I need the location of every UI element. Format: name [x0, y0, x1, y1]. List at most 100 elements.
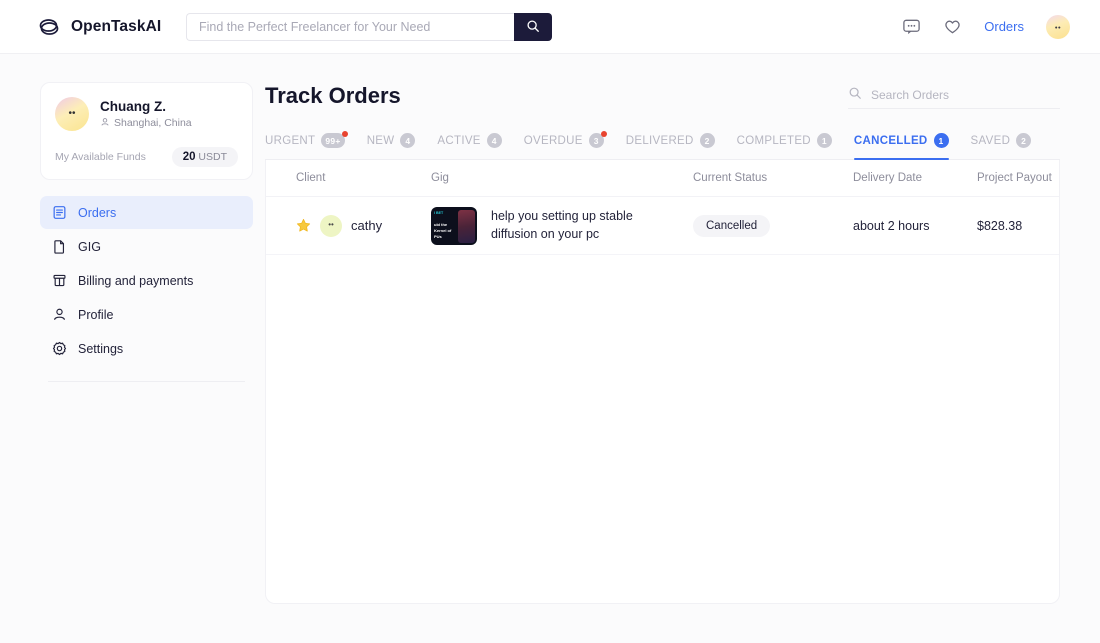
avatar-face-icon: ••	[68, 108, 76, 119]
gig-thumb-figure	[458, 209, 475, 243]
status-badge: Cancelled	[693, 214, 771, 237]
profile-header: •• Chuang Z. Shanghai, China	[55, 97, 238, 131]
tab-badge: 4	[486, 133, 502, 148]
orders-table: Client Gig Current Status Delivery Date …	[265, 160, 1060, 604]
funds-label: My Available Funds	[55, 151, 146, 163]
sidebar-item-orders[interactable]: Orders	[40, 196, 253, 229]
column-header-client: Client	[296, 172, 326, 184]
page-title: Track Orders	[265, 83, 401, 108]
sidebar-item-label: Settings	[78, 341, 124, 356]
header-orders-link[interactable]: Orders	[984, 19, 1024, 34]
avatar-face-icon: ••	[1054, 22, 1062, 32]
cell-payout: $828.38	[977, 218, 1023, 233]
table-row[interactable]: •• cathy I BET uld the Kernel of PUs help …	[266, 197, 1059, 255]
column-header-payout: Project Payout	[977, 172, 1052, 184]
gig-thumb-line2: uld the Kernel of PUs	[434, 221, 452, 239]
sidebar-item-settings[interactable]: Settings	[40, 332, 253, 365]
person-icon	[52, 307, 67, 322]
profile-location-text: Shanghai, China	[114, 117, 192, 129]
cell-client: •• cathy	[266, 214, 431, 237]
profile-identity: Chuang Z. Shanghai, China	[100, 99, 192, 130]
gig-info: I BET uld the Kernel of PUs help you setti…	[431, 206, 693, 245]
cell-status: Cancelled	[693, 214, 853, 237]
tab-saved[interactable]: SAVED 2	[971, 133, 1032, 159]
tab-badge: 1	[933, 133, 949, 148]
client-avatar: ••	[320, 214, 342, 237]
gig-thumb-line1: I BET	[434, 210, 444, 215]
order-search[interactable]	[848, 82, 1060, 109]
document-icon	[52, 239, 67, 254]
tab-urgent[interactable]: URGENT 99+	[265, 131, 348, 159]
alert-dot-icon	[600, 131, 607, 137]
client-info: •• cathy	[296, 214, 431, 237]
column-header-gig: Gig	[431, 172, 449, 184]
sidebar-item-label: Orders	[78, 205, 117, 220]
star-icon[interactable]	[296, 218, 311, 233]
gig-title: help you setting up stable diffusion on …	[491, 208, 633, 241]
tab-overdue[interactable]: OVERDUE 3	[523, 131, 607, 159]
tab-delivered[interactable]: DELIVERED 2	[626, 133, 715, 159]
billing-icon	[52, 273, 67, 288]
search-input[interactable]	[186, 13, 514, 41]
cell-gig: I BET uld the Kernel of PUs help you setti…	[431, 206, 693, 245]
tab-label: COMPLETED	[736, 134, 811, 147]
tab-label: DELIVERED	[625, 134, 694, 147]
orders-list-icon	[52, 205, 67, 220]
funds-amount-pill: 20 USDT	[171, 147, 238, 167]
sidebar-item-profile[interactable]: Profile	[40, 298, 253, 331]
order-search-input[interactable]	[871, 88, 1060, 102]
available-funds-row: My Available Funds 20 USDT	[55, 147, 238, 167]
tab-label: OVERDUE	[523, 134, 583, 147]
active-tab-underline	[853, 158, 949, 160]
order-status-tabs: URGENT 99+ NEW 4 ACTIVE 4 OVERDUE 3 DELI…	[265, 131, 1060, 160]
heart-icon[interactable]	[943, 17, 962, 36]
sidebar-item-label: GIG	[78, 239, 101, 254]
brand-name: OpenTaskAI	[71, 17, 162, 35]
tab-completed[interactable]: COMPLETED 1	[737, 133, 832, 159]
profile-name: Chuang Z.	[100, 98, 166, 114]
tab-cancelled[interactable]: CANCELLED 1	[853, 133, 949, 160]
tab-badge: 2	[699, 133, 715, 148]
tab-label: ACTIVE	[437, 134, 481, 147]
table-header-row: Client Gig Current Status Delivery Date …	[266, 160, 1059, 197]
tab-badge: 4	[400, 133, 416, 148]
page-body: •• Chuang Z. Shanghai, China My Availabl…	[0, 54, 1100, 604]
column-header-delivery-date: Delivery Date	[853, 172, 923, 184]
cell-delivery-date: about 2 hours	[853, 218, 930, 233]
gear-icon	[52, 341, 67, 356]
brand-logo-group[interactable]: OpenTaskAI	[36, 14, 161, 40]
funds-amount: 20	[182, 151, 196, 163]
sidebar: •• Chuang Z. Shanghai, China My Availabl…	[40, 82, 253, 604]
sidebar-item-label: Profile	[78, 307, 114, 322]
tab-label: SAVED	[970, 134, 1011, 147]
user-avatar[interactable]: ••	[1046, 14, 1070, 39]
tab-badge: 2	[1016, 133, 1032, 148]
tab-active[interactable]: ACTIVE 4	[437, 133, 502, 159]
tab-label: CANCELLED	[853, 134, 928, 147]
main-content: Track Orders URGENT 99+ NEW 4	[265, 82, 1060, 604]
column-header-status: Current Status	[693, 172, 768, 184]
search-button[interactable]	[514, 13, 552, 41]
gig-thumbnail[interactable]: I BET uld the Kernel of PUs	[431, 206, 477, 245]
tab-label: NEW	[366, 134, 395, 147]
sidebar-nav: Orders GIG Billing and payments Profile …	[40, 196, 253, 382]
chat-bubble-icon[interactable]	[902, 17, 921, 36]
funds-currency: USDT	[198, 151, 227, 163]
tab-new[interactable]: NEW 4	[367, 133, 416, 159]
sidebar-item-label: Billing and payments	[78, 273, 194, 288]
header-actions: Orders ••	[902, 14, 1070, 39]
sidebar-item-billing[interactable]: Billing and payments	[40, 264, 253, 297]
profile-location: Shanghai, China	[100, 117, 192, 130]
profile-card: •• Chuang Z. Shanghai, China My Availabl…	[40, 82, 253, 180]
global-search[interactable]	[186, 13, 552, 41]
tab-label: URGENT	[265, 134, 316, 147]
client-name: cathy	[351, 218, 383, 233]
tab-badge: 99+	[321, 133, 345, 148]
search-icon	[526, 19, 540, 36]
main-header: Track Orders	[265, 82, 1060, 109]
sidebar-item-gig[interactable]: GIG	[40, 230, 253, 263]
alert-dot-icon	[341, 131, 348, 137]
profile-avatar[interactable]: ••	[55, 97, 89, 131]
tab-badge: 1	[816, 133, 832, 148]
ellipse-logo-icon	[36, 14, 62, 40]
